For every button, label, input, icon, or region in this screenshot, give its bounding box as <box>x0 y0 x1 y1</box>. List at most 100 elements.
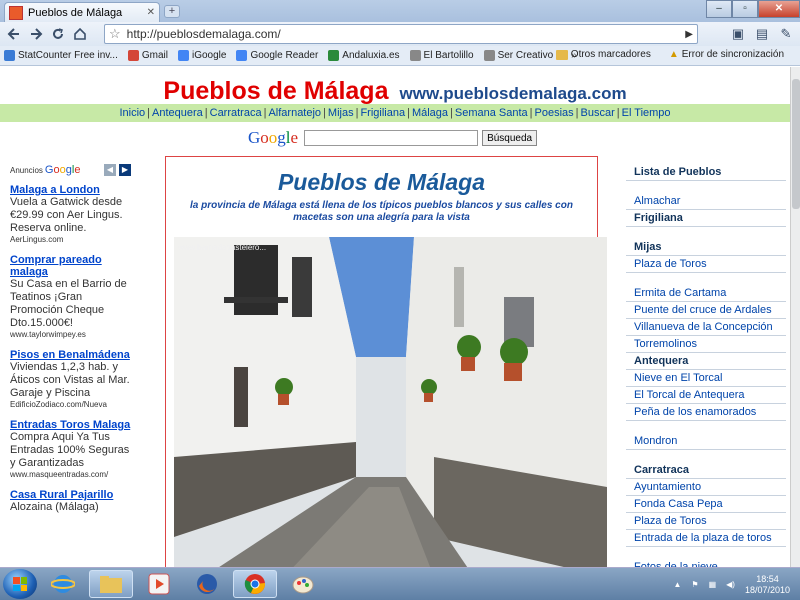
back-button[interactable] <box>4 24 24 44</box>
taskbar-file-explorer[interactable] <box>89 570 133 598</box>
search-button[interactable]: Búsqueda <box>482 130 538 146</box>
village-heading[interactable]: Carratraca <box>626 462 786 479</box>
bookmark-favicon-icon <box>127 50 139 61</box>
taskbar-chrome[interactable] <box>233 570 277 598</box>
bookmark-item[interactable]: Ser Creativo <box>483 50 553 61</box>
go-icon[interactable]: ▶ <box>685 29 693 40</box>
nav-link[interactable]: Carratraca <box>210 107 262 119</box>
village-heading[interactable]: Antequera <box>626 353 786 370</box>
ads-next-icon[interactable]: ▶ <box>119 164 131 176</box>
nav-link[interactable]: Inicio <box>119 107 145 119</box>
nav-link[interactable]: Mijas <box>328 107 354 119</box>
sync-error-item[interactable]: ▲ Error de sincronización <box>669 49 784 60</box>
bookmark-item[interactable]: StatCounter Free inv... <box>4 50 118 61</box>
village-link[interactable]: Ermita de Cartama <box>626 285 786 302</box>
url-input[interactable] <box>126 27 686 41</box>
ad-title-link[interactable]: Malaga a London <box>10 184 135 196</box>
village-link[interactable]: Puente del cruce de Ardales <box>626 302 786 319</box>
nav-link[interactable]: El Tiempo <box>622 107 671 119</box>
wrench-icon[interactable]: ✎ <box>776 24 796 44</box>
bookmark-item[interactable]: Google Reader <box>236 50 318 61</box>
bookmark-item[interactable]: Andaluxia.es <box>328 50 400 61</box>
nav-link[interactable]: Frigiliana <box>360 107 405 119</box>
site-header: Pueblos de Málaga www.pueblosdemalaga.co… <box>0 77 790 106</box>
nav-link[interactable]: Alfarnatejo <box>268 107 321 119</box>
ad-url[interactable]: www.masqueentradas.com/ <box>10 470 135 479</box>
village-heading[interactable]: Mijas <box>626 239 786 256</box>
warning-icon: ▲ <box>668 49 679 60</box>
forward-button[interactable] <box>26 24 46 44</box>
ad-title-link[interactable]: Casa Rural Pajarillo <box>10 489 135 501</box>
white-village-street-image <box>174 237 607 567</box>
bookmark-item[interactable]: Gmail <box>127 50 168 61</box>
start-button[interactable] <box>3 569 37 599</box>
village-link[interactable]: Peña de los enamorados <box>626 404 786 421</box>
bookmarks-bar: StatCounter Free inv... Gmail iGoogle Googl… <box>0 46 800 66</box>
ad-url[interactable]: EdificioZodiaco.com/Nueva <box>10 400 135 409</box>
village-link[interactable]: Nieve en El Torcal <box>626 370 786 387</box>
village-link[interactable]: Plaza de Toros <box>626 256 786 273</box>
ad-url[interactable]: www.taylorwimpey.es <box>10 330 135 339</box>
ad-item: Entradas Toros Malaga Compra Aqui Ya Tus … <box>10 419 135 479</box>
bookmark-star-icon[interactable]: ☆ <box>109 26 121 42</box>
bookmarks-bar-right: Otros marcadores ▲ Error de sincronizaci… <box>555 49 794 60</box>
other-bookmarks-folder[interactable]: Otros marcadores <box>555 49 651 60</box>
ads-prev-icon[interactable]: ◀ <box>104 164 116 176</box>
nav-link[interactable]: Poesias <box>535 107 574 119</box>
tab-close-icon[interactable]: ✕ <box>147 7 155 18</box>
village-link[interactable]: Entrada de la plaza de toros <box>626 530 786 547</box>
taskbar-paint[interactable] <box>281 570 325 598</box>
bookmark-item[interactable]: iGoogle <box>177 50 226 61</box>
page-scrollbar[interactable] <box>790 67 800 567</box>
ad-url[interactable]: AerLingus.com <box>10 235 135 244</box>
ad-text: Viviendas 1,2,3 hab. y Áticos con Vistas… <box>10 361 130 399</box>
nav-link[interactable]: Málaga <box>412 107 448 119</box>
village-link[interactable]: Ayuntamiento <box>626 479 786 496</box>
windows-taskbar: ▲ ⚑ ▦ ◀) 18:54 18/07/2010 <box>0 567 800 600</box>
village-link[interactable]: Plaza de Toros <box>626 513 786 530</box>
bookmark-label: Google Reader <box>250 50 319 61</box>
action-center-flag-icon[interactable]: ⚑ <box>691 580 698 589</box>
nav-link[interactable]: Buscar <box>581 107 615 119</box>
network-icon[interactable]: ▦ <box>709 580 717 589</box>
extension-icon[interactable]: ▣ <box>728 24 748 44</box>
close-window-button[interactable]: ✕ <box>758 0 800 18</box>
search-input[interactable] <box>304 130 479 146</box>
village-link[interactable]: Torremolinos <box>626 336 786 353</box>
home-button[interactable] <box>70 24 90 44</box>
bookmark-favicon-icon <box>4 50 15 61</box>
bookmark-item[interactable]: El Bartolillo <box>409 50 474 61</box>
village-link[interactable]: Fonda Casa Pepa <box>626 496 786 513</box>
page-menu-icon[interactable]: ▤ <box>752 24 772 44</box>
address-bar[interactable]: ☆ ▶ <box>104 24 698 44</box>
volume-icon[interactable]: ◀) <box>726 580 735 589</box>
taskbar-firefox[interactable] <box>185 570 229 598</box>
village-link[interactable]: Fotos de la nieve <box>626 559 786 567</box>
nav-link[interactable]: Antequera <box>152 107 203 119</box>
ad-title-link[interactable]: Pisos en Benalmádena <box>10 349 135 361</box>
clock[interactable]: 18:54 18/07/2010 <box>745 574 790 596</box>
village-heading[interactable]: Frigiliana <box>626 210 786 227</box>
taskbar-media-player[interactable] <box>137 570 181 598</box>
nav-link[interactable]: Semana Santa <box>455 107 528 119</box>
show-hidden-icons-icon[interactable]: ▲ <box>673 580 681 589</box>
ads-column: Anuncios Google ◀ ▶ Malaga a London Vuela… <box>10 164 135 524</box>
village-link[interactable]: Villanueva de la Concepción <box>626 319 786 336</box>
folder-icon <box>100 576 122 593</box>
taskbar-internet-explorer[interactable] <box>41 570 85 598</box>
new-tab-button[interactable]: + <box>164 5 180 18</box>
ad-title-link[interactable]: Entradas Toros Malaga <box>10 419 135 431</box>
village-link[interactable]: Mondron <box>626 433 786 450</box>
maximize-button[interactable]: ▫ <box>732 0 758 18</box>
reload-button[interactable] <box>48 24 68 44</box>
scrollbar-thumb[interactable] <box>792 79 800 209</box>
clock-date: 18/07/2010 <box>744 584 790 595</box>
browser-tab[interactable]: Pueblos de Málaga ✕ <box>4 2 160 22</box>
village-heading[interactable]: Lista de Pueblos <box>626 164 786 181</box>
site-domain[interactable]: www.pueblosdemalaga.com <box>400 84 627 103</box>
ad-title-link[interactable]: Comprar pareado malaga <box>10 254 135 278</box>
village-link[interactable]: Almachar <box>626 193 786 210</box>
village-link[interactable]: El Torcal de Antequera <box>626 387 786 404</box>
minimize-button[interactable]: – <box>706 0 732 18</box>
nav-separator: | <box>575 107 579 119</box>
